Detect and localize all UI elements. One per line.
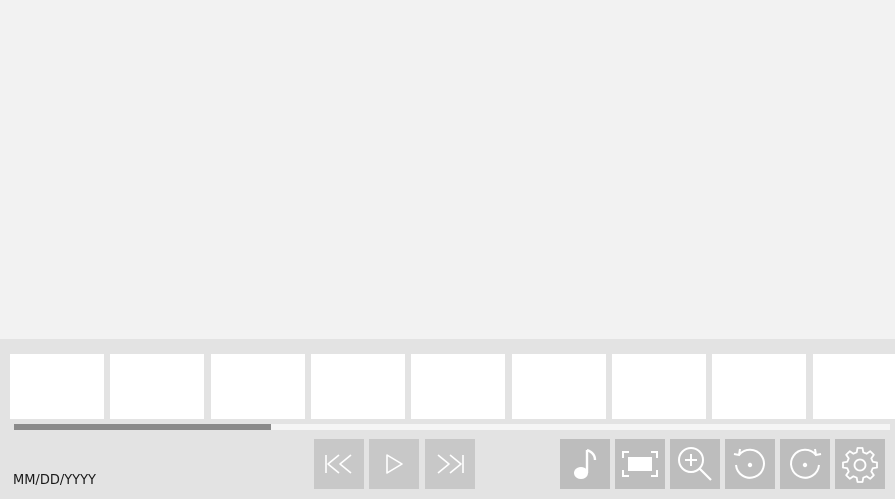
thumbnail-item[interactable] [411,354,505,419]
music-note-icon [571,447,599,481]
rotate-right-button[interactable] [780,439,830,489]
skip-forward-icon [435,453,465,475]
thumbnail-item[interactable] [211,354,305,419]
thumbnail-item[interactable] [813,354,895,419]
previous-button[interactable] [314,439,364,489]
image-viewer[interactable] [0,0,895,339]
date-label: MM/DD/YYYY [13,473,96,488]
next-button[interactable] [425,439,475,489]
skip-back-icon [324,453,354,475]
thumbnail-item[interactable] [311,354,405,419]
zoom-in-icon [677,446,713,482]
scrollbar-thumb[interactable] [14,424,271,430]
fit-to-screen-button[interactable] [615,439,665,489]
fit-to-screen-icon [622,451,658,477]
thumbnail-scrollbar[interactable] [14,424,890,430]
rotate-left-button[interactable] [725,439,775,489]
settings-button[interactable] [835,439,885,489]
gear-icon [841,445,879,483]
rotate-right-icon [786,445,824,483]
bottom-control-panel: MM/DD/YYYY [0,339,895,499]
music-button[interactable] [560,439,610,489]
zoom-in-button[interactable] [670,439,720,489]
play-icon [383,453,405,475]
thumbnail-item[interactable] [10,354,104,419]
thumbnail-item[interactable] [512,354,606,419]
rotate-left-icon [731,445,769,483]
thumbnail-item[interactable] [110,354,204,419]
thumbnail-item[interactable] [712,354,806,419]
thumbnail-strip[interactable] [10,354,895,419]
play-button[interactable] [369,439,419,489]
thumbnail-item[interactable] [612,354,706,419]
